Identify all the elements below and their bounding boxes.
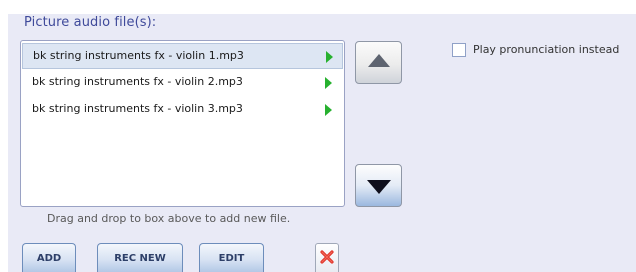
play-icon[interactable] xyxy=(325,104,332,116)
list-item-label: bk string instruments fx - violin 2.mp3 xyxy=(32,75,243,88)
move-up-button[interactable] xyxy=(355,41,402,84)
drag-drop-hint: Drag and drop to box above to add new fi… xyxy=(47,212,291,225)
list-item-label: bk string instruments fx - violin 3.mp3 xyxy=(32,102,243,115)
list-item-label: bk string instruments fx - violin 1.mp3 xyxy=(33,49,244,62)
triangle-down-icon xyxy=(367,180,391,194)
audio-file-list[interactable]: bk string instruments fx - violin 1.mp3 … xyxy=(20,40,345,207)
red-x-icon xyxy=(320,250,334,264)
list-item[interactable]: bk string instruments fx - violin 1.mp3 xyxy=(22,43,343,69)
play-icon[interactable] xyxy=(325,77,332,89)
rec-new-button[interactable]: REC NEW xyxy=(97,243,183,272)
play-icon[interactable] xyxy=(326,51,333,63)
group-title: Picture audio file(s): xyxy=(24,15,157,30)
list-item[interactable]: bk string instruments fx - violin 2.mp3 xyxy=(22,70,343,96)
add-button[interactable]: ADD xyxy=(22,243,76,272)
play-pronunciation-label[interactable]: Play pronunciation instead xyxy=(473,43,619,56)
triangle-up-icon xyxy=(368,54,390,67)
delete-button[interactable] xyxy=(315,243,339,272)
move-down-button[interactable] xyxy=(355,164,402,207)
edit-button[interactable]: EDIT xyxy=(199,243,264,272)
list-item[interactable]: bk string instruments fx - violin 3.mp3 xyxy=(22,97,343,123)
play-pronunciation-checkbox[interactable] xyxy=(452,43,466,57)
